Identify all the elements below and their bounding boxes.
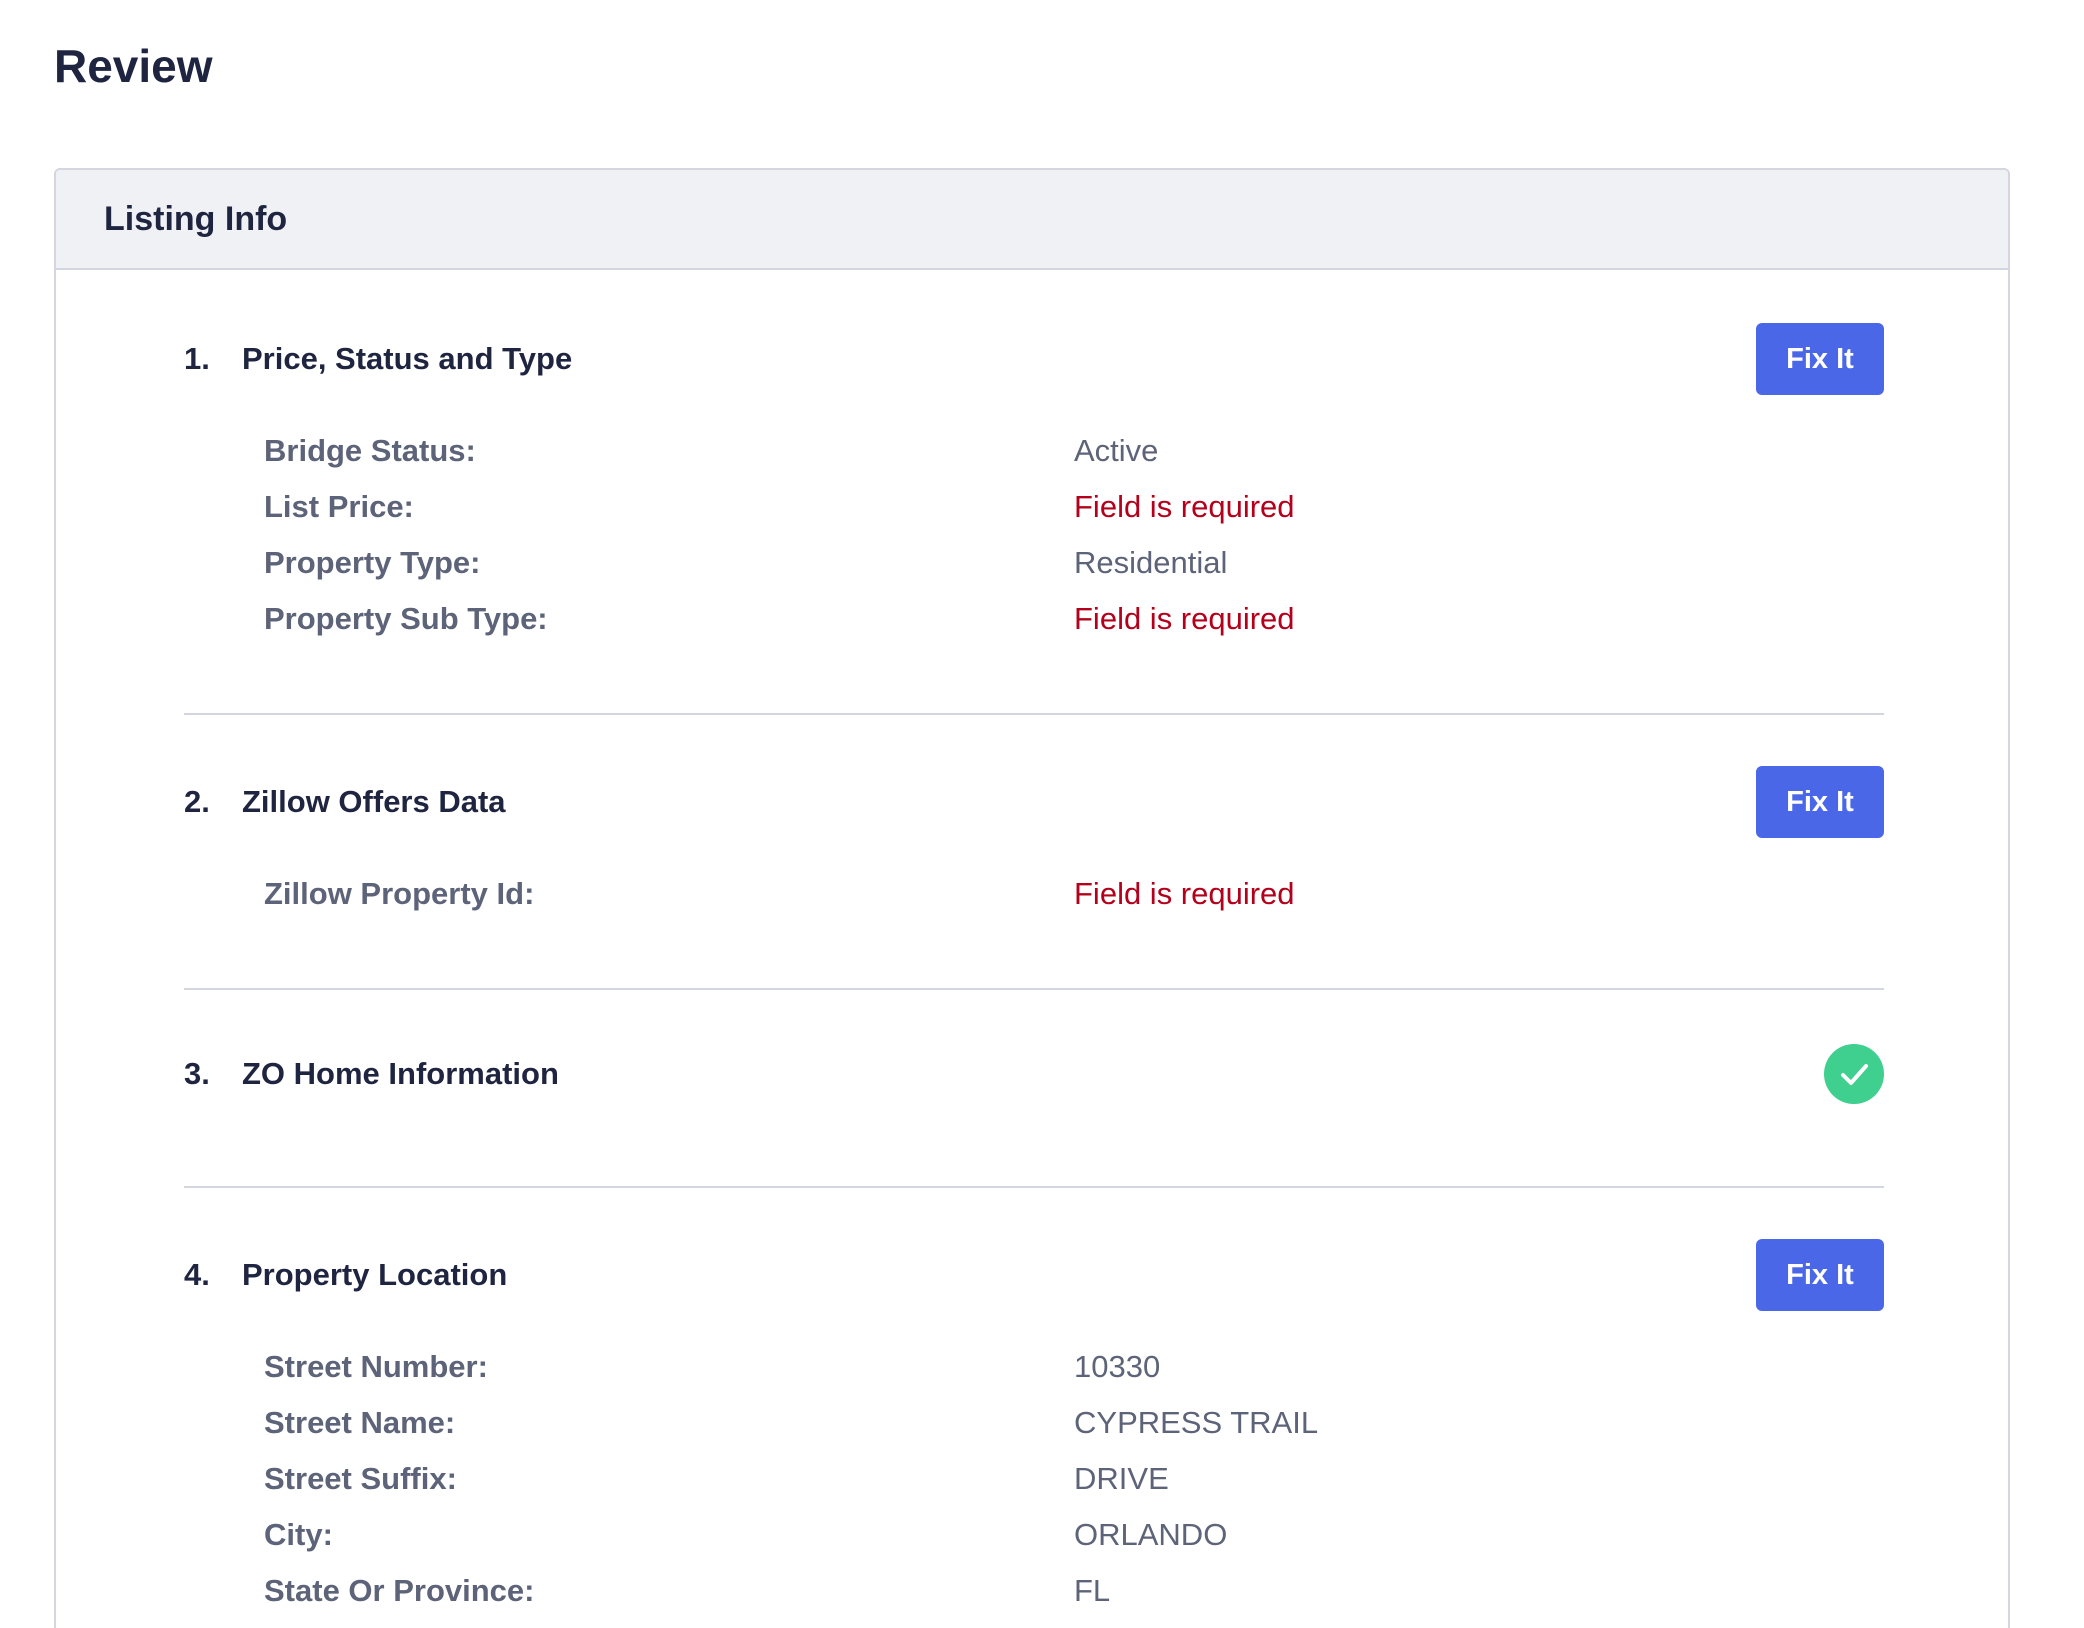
field-error-message: Field is required — [1074, 601, 1295, 636]
field-value: FL — [1074, 1573, 1111, 1608]
field-error-message: Field is required — [1074, 876, 1295, 911]
section-zo-home-information: 3. ZO Home Information — [184, 1038, 1884, 1118]
card-header: Listing Info — [56, 170, 2008, 270]
section-heading: 4. Property Location — [184, 1239, 507, 1311]
field-value: DRIVE — [1074, 1461, 1169, 1496]
field-label: Property Sub Type: — [264, 601, 548, 636]
field-value: Residential — [1074, 545, 1228, 580]
section-number: 4. — [184, 1257, 210, 1292]
section-title: ZO Home Information — [242, 1056, 559, 1091]
section-zillow-offers-data: 2. Zillow Offers Data Fix It Zillow Prop… — [184, 766, 1884, 926]
fix-it-button[interactable]: Fix It — [1756, 1239, 1884, 1311]
field-label: Bridge Status: — [264, 433, 476, 468]
field-row: List Price: Field is required — [264, 479, 1864, 535]
section-title: Price, Status and Type — [242, 341, 573, 376]
field-row: Property Type: Residential — [264, 535, 1864, 591]
section-number: 1. — [184, 341, 210, 376]
section-number: 3. — [184, 1056, 210, 1091]
review-page: Review Listing Info 1. Price, Status and… — [0, 0, 2084, 1628]
field-label: Property Type: — [264, 545, 481, 580]
field-row: Street Number: 10330 — [264, 1339, 1864, 1395]
field-value: ORLANDO — [1074, 1517, 1228, 1552]
section-heading: 1. Price, Status and Type — [184, 323, 572, 395]
section-heading: 2. Zillow Offers Data — [184, 766, 506, 838]
field-label: Street Name: — [264, 1405, 456, 1440]
field-error-message: Field is required — [1074, 489, 1295, 524]
field-list: Bridge Status: Active List Price: Field … — [264, 423, 1864, 647]
section-divider — [184, 1186, 1884, 1188]
field-label: State Or Province: — [264, 1573, 535, 1608]
field-row: Bridge Status: Active — [264, 423, 1864, 479]
listing-info-card: Listing Info 1. Price, Status and Type F… — [54, 168, 2010, 1628]
check-circle-icon — [1824, 1044, 1884, 1104]
field-row: Property Sub Type: Field is required — [264, 591, 1864, 647]
field-label: Zillow Property Id: — [264, 876, 535, 911]
card-title: Listing Info — [104, 199, 288, 238]
page-title: Review — [54, 40, 213, 92]
field-label: Street Number: — [264, 1349, 488, 1384]
field-value: Active — [1074, 433, 1159, 468]
field-row: Street Suffix: DRIVE — [264, 1451, 1864, 1507]
field-list: Zillow Property Id: Field is required — [264, 866, 1864, 922]
section-property-location: 4. Property Location Fix It Street Numbe… — [184, 1239, 1884, 1628]
field-row: City: ORLANDO — [264, 1507, 1864, 1563]
field-value: CYPRESS TRAIL — [1074, 1405, 1319, 1440]
section-price-status-type: 1. Price, Status and Type Fix It Bridge … — [184, 323, 1884, 643]
section-heading: 3. ZO Home Information — [184, 1038, 559, 1110]
field-list: Street Number: 10330 Street Name: CYPRES… — [264, 1339, 1864, 1619]
section-title: Zillow Offers Data — [242, 784, 506, 819]
field-label: City: — [264, 1517, 333, 1552]
field-value: 10330 — [1074, 1349, 1161, 1384]
field-row: Street Name: CYPRESS TRAIL — [264, 1395, 1864, 1451]
section-title: Property Location — [242, 1257, 508, 1292]
field-row: Zillow Property Id: Field is required — [264, 866, 1864, 922]
fix-it-button[interactable]: Fix It — [1756, 766, 1884, 838]
field-label: List Price: — [264, 489, 414, 524]
section-number: 2. — [184, 784, 210, 819]
section-divider — [184, 713, 1884, 715]
field-row: State Or Province: FL — [264, 1563, 1864, 1619]
fix-it-button[interactable]: Fix It — [1756, 323, 1884, 395]
field-label: Street Suffix: — [264, 1461, 457, 1496]
section-divider — [184, 988, 1884, 990]
